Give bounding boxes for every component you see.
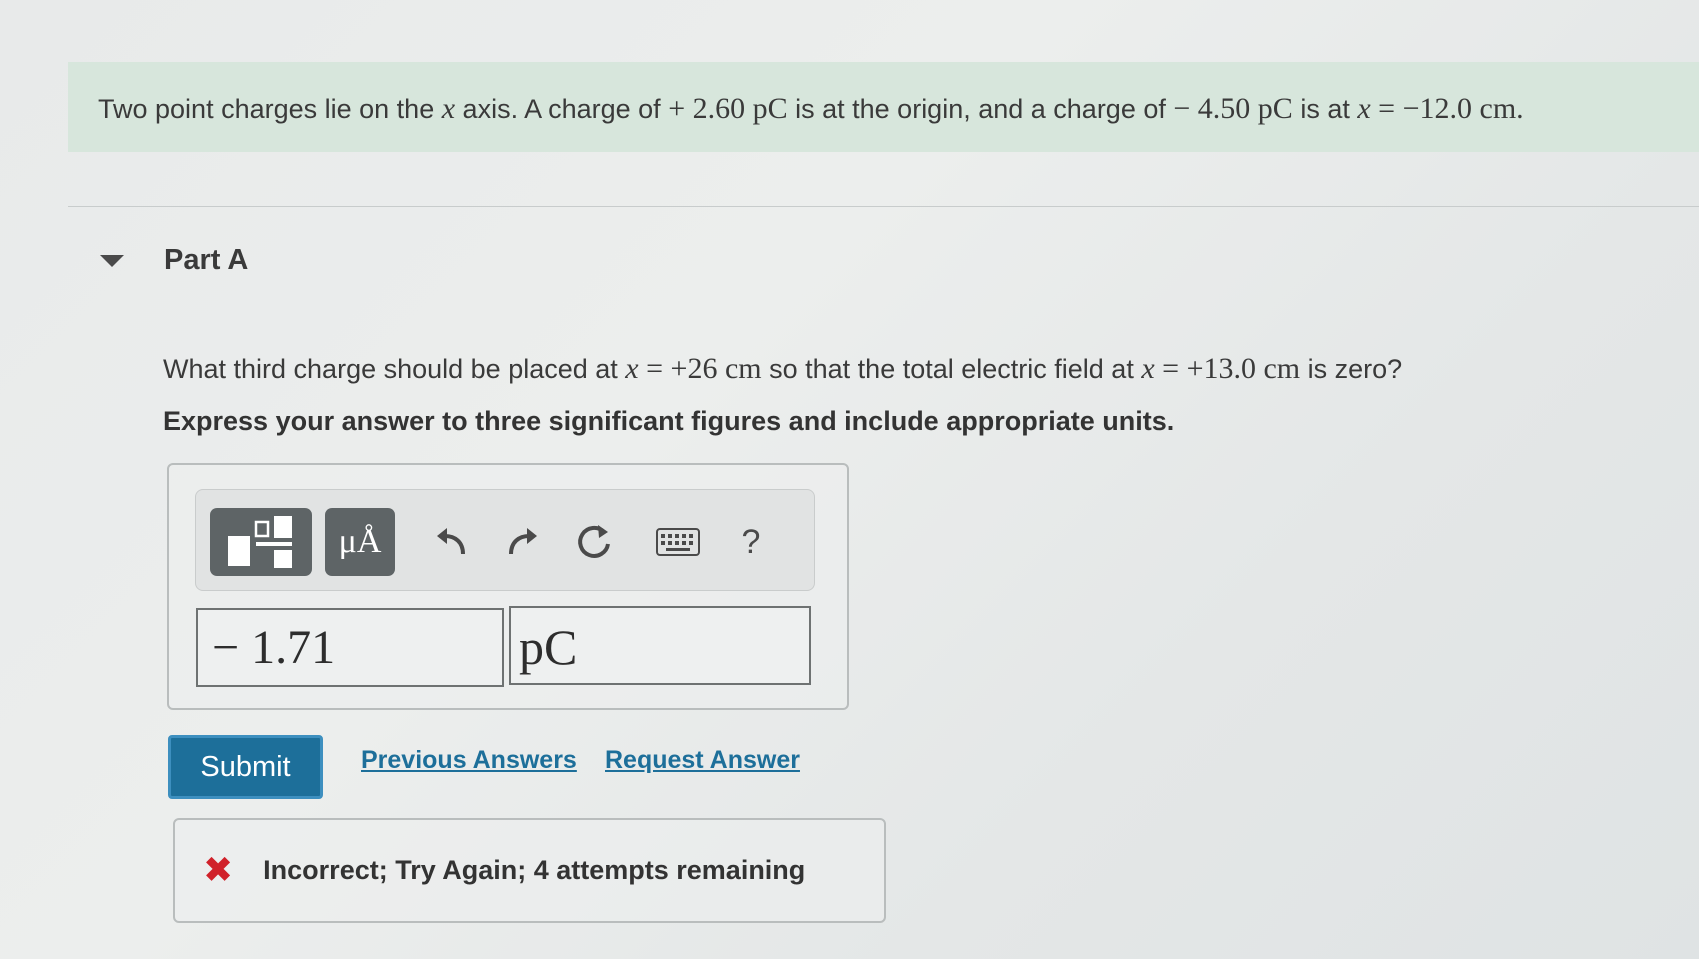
- problem-var-x-2: x: [1357, 92, 1371, 125]
- submit-button[interactable]: Submit: [168, 735, 323, 799]
- incorrect-x-icon: ✖: [203, 850, 234, 891]
- problem-position-2: = −12.0 cm: [1370, 92, 1517, 125]
- question-part-3: is zero?: [1300, 354, 1403, 384]
- answer-panel: μÅ ? − 1.71 pC: [167, 463, 849, 710]
- question-var-x: x: [625, 352, 639, 385]
- keyboard-icon: [656, 528, 700, 556]
- feedback-box: ✖ Incorrect; Try Again; 4 attempts remai…: [173, 818, 886, 923]
- problem-statement: Two point charges lie on the x axis. A c…: [68, 62, 1699, 152]
- undo-icon: [437, 528, 465, 555]
- problem-charge-2: − 4.50 pC: [1173, 92, 1293, 125]
- problem-text-3: is at the origin, and a charge of: [787, 94, 1174, 124]
- math-toolbar: μÅ ?: [195, 489, 815, 591]
- problem-text-4: is at: [1292, 94, 1358, 124]
- part-a-header[interactable]: Part A: [100, 244, 248, 277]
- question-part-2: so that the total electric field at: [761, 354, 1142, 384]
- question-position-1: = +26 cm: [638, 352, 762, 385]
- question-text: What third charge should be placed at x …: [163, 352, 1402, 386]
- reset-button[interactable]: [569, 512, 619, 572]
- problem-text-5: .: [1516, 92, 1524, 125]
- help-button[interactable]: ?: [726, 512, 776, 572]
- request-answer-link[interactable]: Request Answer: [605, 746, 800, 775]
- undo-button[interactable]: [426, 512, 476, 572]
- feedback-text: Incorrect; Try Again; 4 attempts remaini…: [263, 855, 806, 885]
- units-label: μÅ: [338, 523, 382, 560]
- keyboard-button[interactable]: [653, 512, 703, 572]
- part-title: Part A: [164, 244, 249, 276]
- redo-icon: [509, 528, 537, 555]
- answer-unit-input[interactable]: pC: [509, 606, 811, 685]
- collapse-caret-icon[interactable]: [100, 254, 124, 267]
- redo-button[interactable]: [498, 512, 548, 572]
- previous-answers-link[interactable]: Previous Answers: [361, 746, 577, 775]
- templates-button[interactable]: [210, 508, 312, 576]
- instruction-text: Express your answer to three significant…: [163, 406, 1175, 436]
- section-divider: [68, 206, 1699, 207]
- help-label: ?: [741, 522, 761, 561]
- question-position-2: = +13.0 cm: [1154, 352, 1301, 385]
- question-part-1: What third charge should be placed at: [163, 354, 626, 384]
- answer-value-input[interactable]: − 1.71: [196, 608, 504, 687]
- units-button[interactable]: μÅ: [325, 508, 395, 576]
- templates-icon: [228, 516, 292, 568]
- problem-text-2: axis. A charge of: [455, 94, 669, 124]
- reset-icon: [578, 525, 610, 558]
- problem-var-x: x: [441, 92, 456, 125]
- problem-charge-1: + 2.60 pC: [668, 92, 788, 125]
- question-var-x-2: x: [1141, 352, 1155, 385]
- problem-text-1: Two point charges lie on the: [98, 94, 442, 124]
